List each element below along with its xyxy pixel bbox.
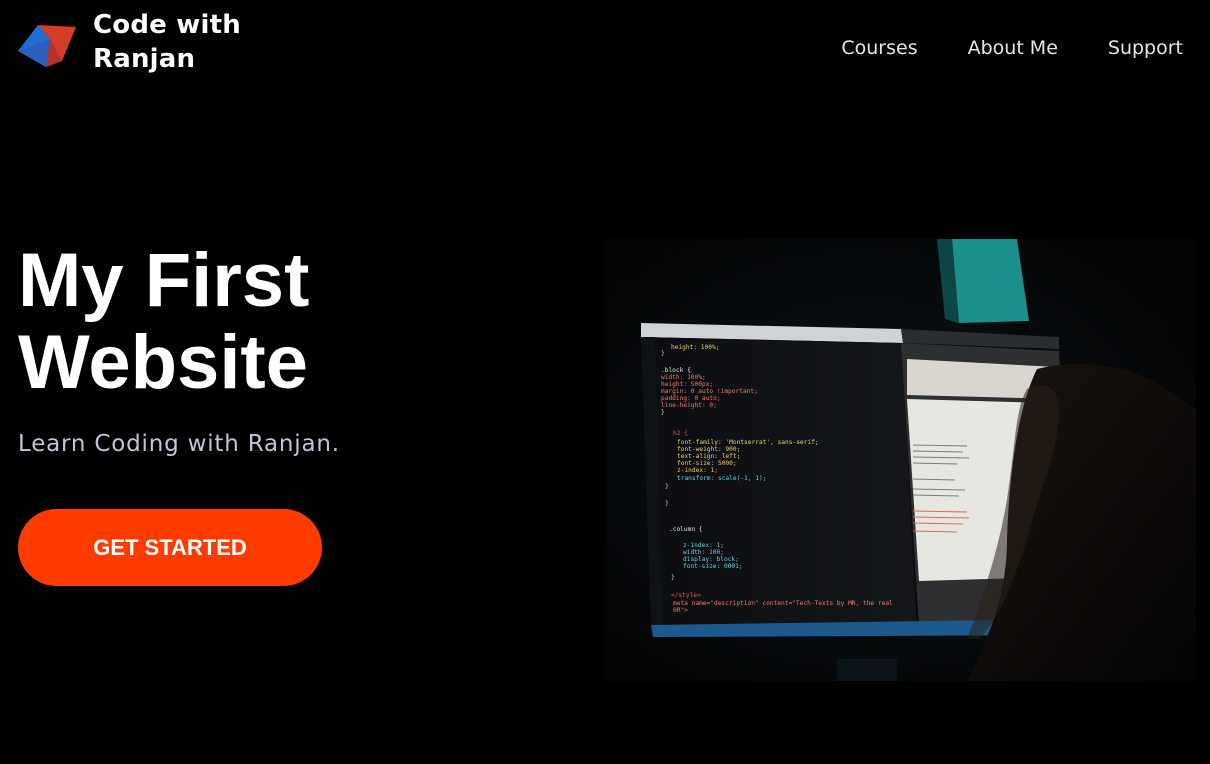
hero-image: height: 100%; } .block { width: 100%; he… — [607, 239, 1196, 681]
svg-text:transform: scale(-1, 1);: transform: scale(-1, 1); — [677, 475, 766, 482]
hero-title-line2: Website — [18, 320, 309, 405]
page: Code with Ranjan Courses About Me Suppor… — [0, 0, 1210, 764]
svg-text:0R">: 0R"> — [673, 607, 688, 614]
svg-text:text-align: left;: text-align: left; — [677, 453, 740, 460]
svg-text:}: } — [661, 409, 665, 416]
brand-name: Code with Ranjan — [93, 8, 241, 76]
svg-text:font-weight: 900;: font-weight: 900; — [677, 446, 740, 453]
svg-text:line-height: 0;: line-height: 0; — [661, 402, 717, 409]
svg-text:width: 100%;: width: 100%; — [661, 374, 706, 381]
svg-text:.column {: .column { — [669, 526, 703, 533]
svg-text:}: } — [665, 500, 669, 507]
svg-text:font-family: 'Montserrat', san: font-family: 'Montserrat', sans-serif; — [677, 439, 819, 446]
nav-item-courses[interactable]: Courses — [841, 37, 917, 59]
svg-text:meta name="description" conten: meta name="description" content="Tech-Te… — [673, 600, 893, 607]
nav-item-support[interactable]: Support — [1108, 37, 1183, 59]
svg-text:font-size: 5000;: font-size: 5000; — [677, 460, 737, 467]
svg-text:</style>: </style> — [671, 592, 701, 599]
svg-text:}: } — [665, 483, 669, 490]
svg-text:}: } — [671, 574, 675, 581]
brand-name-line2: Ranjan — [93, 44, 196, 74]
laptop-code-photo-icon: height: 100%; } .block { width: 100%; he… — [607, 239, 1196, 681]
brand-logo-icon — [18, 25, 76, 67]
get-started-button[interactable]: GET STARTED — [18, 509, 322, 586]
hero-title-line1: My First — [18, 238, 310, 323]
svg-text:margin: 0 auto !important;: margin: 0 auto !important; — [661, 388, 758, 395]
svg-text:height: 100%;: height: 100%; — [671, 344, 719, 351]
nav-item-about-me[interactable]: About Me — [968, 37, 1058, 59]
nav-links: Courses About Me Support — [791, 37, 1183, 59]
svg-text:height: 500px;: height: 500px; — [661, 381, 713, 388]
hero-subtitle: Learn Coding with Ranjan. — [18, 431, 340, 457]
svg-text:padding: 0 auto;: padding: 0 auto; — [661, 395, 721, 402]
navbar: Code with Ranjan Courses About Me Suppor… — [0, 0, 1210, 100]
svg-text:font-size: 0001;: font-size: 0001; — [683, 563, 743, 570]
svg-text:.block {: .block { — [661, 367, 691, 374]
svg-text:h2 {: h2 { — [673, 430, 688, 437]
hero-title: My First Website — [18, 240, 458, 404]
svg-text:display: block;: display: block; — [683, 556, 739, 563]
svg-text:width: 100;: width: 100; — [683, 549, 724, 556]
svg-text:}: } — [661, 350, 665, 357]
svg-text:z-index: 1;: z-index: 1; — [677, 467, 718, 474]
brand-link[interactable]: Code with Ranjan — [16, 8, 241, 76]
svg-text:z-index: 1;: z-index: 1; — [683, 542, 724, 549]
brand-name-line1: Code with — [93, 10, 241, 40]
